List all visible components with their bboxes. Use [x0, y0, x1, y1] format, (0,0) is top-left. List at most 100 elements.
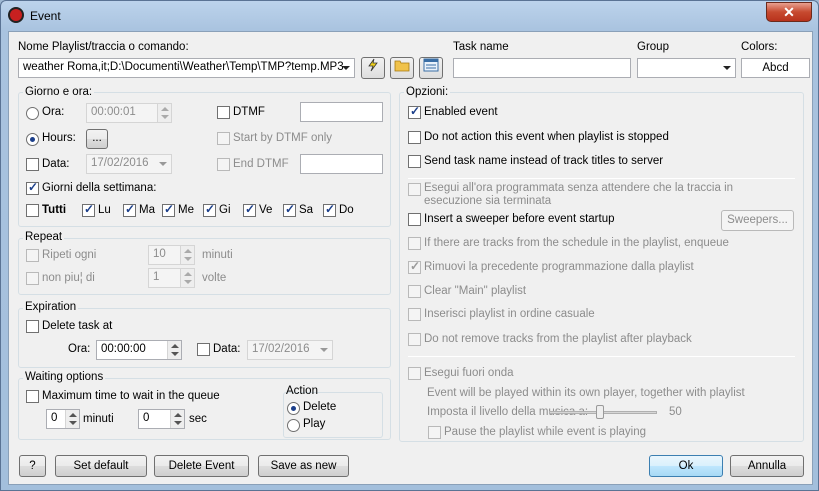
colors-label: Colors:: [741, 41, 778, 53]
chevron-down-icon[interactable]: [159, 162, 167, 166]
command-lightning-button[interactable]: [361, 57, 385, 79]
end-dtmf-label: End DTMF: [233, 158, 289, 170]
day-do-checkbox[interactable]: [323, 202, 336, 217]
exec-no-wait-checkbox[interactable]: [408, 183, 421, 196]
spin-arrows-icon[interactable]: [65, 410, 79, 428]
sweeper-checkbox[interactable]: [408, 213, 421, 226]
expiration-time-input[interactable]: 00:00:00: [96, 340, 182, 360]
inserisci-casuale-checkbox[interactable]: [408, 308, 421, 321]
save-as-new-button[interactable]: Save as new: [258, 455, 349, 477]
action-play-radio[interactable]: [287, 419, 300, 432]
own-player-note: Event will be played within its own play…: [427, 387, 745, 399]
cancel-button[interactable]: Annulla: [730, 455, 804, 477]
chevron-down-icon[interactable]: [723, 66, 731, 70]
data-date-value: 17/02/2016: [91, 157, 149, 169]
list-view-button[interactable]: [419, 57, 443, 79]
action-delete-radio[interactable]: [287, 402, 300, 415]
ora-radio[interactable]: [26, 107, 39, 120]
open-folder-button[interactable]: [390, 57, 414, 79]
spin-arrows-icon[interactable]: [170, 410, 184, 428]
chevron-down-icon[interactable]: [342, 66, 350, 70]
repeat-max-input[interactable]: 1: [148, 268, 195, 288]
spin-arrows-icon[interactable]: [180, 269, 194, 287]
delete-event-button[interactable]: Delete Event: [154, 455, 249, 477]
repeat-max-checkbox[interactable]: [26, 272, 39, 285]
spin-arrows-icon[interactable]: [180, 246, 194, 264]
start-by-dtmf-label: Start by DTMF only: [233, 132, 333, 144]
pause-playlist-checkbox[interactable]: [428, 426, 441, 439]
end-dtmf-input[interactable]: [300, 154, 383, 174]
data-checkbox[interactable]: [26, 158, 39, 171]
playlist-combo[interactable]: weather Roma,it;D:\Documenti\Weather\Tem…: [18, 58, 355, 78]
day-me-label: Me: [178, 204, 194, 216]
day-sa-label: Sa: [299, 204, 314, 216]
weekdays-checkbox[interactable]: [26, 180, 39, 195]
max-wait-checkbox[interactable]: [26, 390, 39, 403]
folder-icon: [394, 60, 410, 72]
spin-arrows-icon[interactable]: [157, 104, 171, 122]
enabled-event-label: Enabled event: [424, 106, 498, 118]
chevron-down-icon[interactable]: [320, 348, 328, 352]
group-select[interactable]: [637, 58, 736, 78]
app-headphones-icon: [8, 7, 24, 23]
expiration-time-value: 00:00:00: [101, 343, 146, 355]
day-ve-checkbox[interactable]: [243, 202, 256, 217]
hours-picker-button[interactable]: ...: [86, 129, 108, 149]
day-gi-checkbox[interactable]: [203, 202, 216, 217]
inserisci-casuale-label: Inserisci playlist in ordine casuale: [424, 308, 595, 320]
clear-main-checkbox[interactable]: [408, 285, 421, 298]
day-ma-checkbox[interactable]: [123, 202, 136, 217]
enabled-event-checkbox[interactable]: [408, 104, 421, 119]
rimuovi-checkbox[interactable]: [408, 259, 421, 274]
hours-label: Hours:: [42, 132, 76, 144]
pause-playlist-label: Pause the playlist while event is playin…: [444, 426, 647, 438]
expiration-date-picker[interactable]: 17/02/2016: [247, 340, 333, 360]
day-sa-checkbox[interactable]: [283, 202, 296, 217]
end-dtmf-checkbox[interactable]: [217, 158, 230, 171]
data-date-picker[interactable]: 17/02/2016: [86, 154, 172, 174]
repeat-max-unit: volte: [202, 272, 227, 284]
repeat-every-checkbox[interactable]: [26, 249, 39, 262]
tracks-enqueue-label: If there are tracks from the schedule in…: [424, 237, 729, 249]
send-task-name-checkbox[interactable]: [408, 155, 421, 168]
day-me-checkbox[interactable]: [162, 202, 175, 217]
tracks-enqueue-checkbox[interactable]: [408, 237, 421, 250]
dtmf-input[interactable]: [300, 102, 383, 122]
waiting-group-title: Waiting options: [23, 371, 106, 383]
day-tutti-checkbox[interactable]: [26, 204, 39, 217]
sweeper-label: Insert a sweeper before event startup: [424, 213, 615, 225]
expiration-data-label: Data:: [213, 343, 241, 355]
ok-button[interactable]: Ok: [649, 455, 723, 477]
delete-task-checkbox[interactable]: [26, 320, 39, 333]
playlist-label: Nome Playlist/traccia o comando:: [18, 41, 189, 53]
hours-radio[interactable]: [26, 133, 39, 146]
ora-time-input[interactable]: 00:00:01: [86, 103, 172, 123]
start-by-dtmf-checkbox[interactable]: [217, 132, 230, 145]
day-lu-checkbox[interactable]: [82, 202, 95, 217]
day-ma-label: Ma: [139, 204, 155, 216]
wait-seconds-input[interactable]: 0: [138, 409, 185, 429]
fuori-onda-checkbox[interactable]: [408, 367, 421, 380]
colors-button[interactable]: Abcd: [741, 58, 810, 78]
expiration-data-checkbox[interactable]: [197, 343, 210, 356]
wait-minutes-input[interactable]: 0: [46, 409, 80, 429]
dialog-body: Nome Playlist/traccia o comando: weather…: [8, 31, 813, 485]
weekdays-label: Giorni della settimana:: [42, 182, 157, 194]
close-button[interactable]: ✕: [766, 2, 812, 22]
day-gi-label: Gi: [219, 204, 231, 216]
volume-slider-thumb[interactable]: [596, 405, 604, 419]
help-button[interactable]: ?: [19, 455, 46, 477]
options-separator: [408, 178, 795, 179]
sweepers-button[interactable]: Sweepers...: [721, 210, 794, 231]
repeat-every-unit: minuti: [202, 249, 233, 261]
window-title: Event: [30, 9, 61, 23]
task-name-input[interactable]: [453, 58, 631, 78]
no-remove-checkbox[interactable]: [408, 333, 421, 346]
no-action-stopped-checkbox[interactable]: [408, 131, 421, 144]
repeat-every-input[interactable]: 10: [148, 245, 195, 265]
set-default-button[interactable]: Set default: [55, 455, 147, 477]
repeat-every-value: 10: [153, 248, 166, 260]
day-do-label: Do: [339, 204, 354, 216]
spin-arrows-icon[interactable]: [167, 341, 181, 359]
dtmf-checkbox[interactable]: [217, 106, 230, 119]
